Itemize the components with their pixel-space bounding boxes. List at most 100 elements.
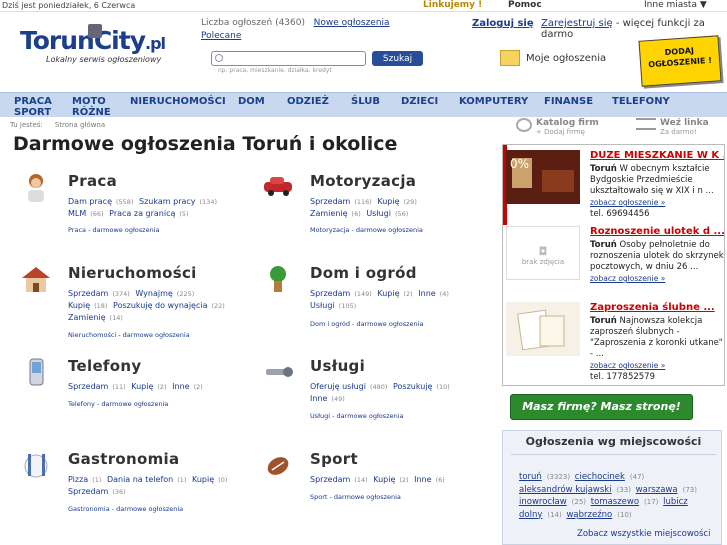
nav-odziez[interactable]: ODZIEŻ bbox=[287, 96, 329, 107]
category-footer-link[interactable]: Gastronomia - darmowe ogłoszenia bbox=[68, 505, 183, 513]
category-title[interactable]: Nieruchomości bbox=[68, 264, 197, 282]
subcategory-link[interactable]: Sprzedam bbox=[310, 289, 350, 298]
featured-ad: ◘ brak zdjęcia Roznoszenie ulotek d ... T… bbox=[504, 226, 724, 296]
nav-rozne[interactable]: RÓŻNE bbox=[72, 107, 111, 118]
nav-moto[interactable]: MOTO bbox=[72, 96, 106, 107]
subcategory-link[interactable]: Zamienię bbox=[68, 313, 106, 322]
subcategory-link[interactable]: Sprzedam bbox=[68, 382, 108, 391]
category-footer-link[interactable]: Usługi - darmowe ogłoszenia bbox=[310, 412, 404, 420]
nav-nieruchomosci[interactable]: NIERUCHOMOŚCI bbox=[130, 96, 226, 107]
subcategory-link[interactable]: Poszukuję do wynajęcia bbox=[113, 301, 207, 310]
my-ads-link[interactable]: Moje ogłoszenia bbox=[500, 50, 606, 66]
nav-dom[interactable]: DOM bbox=[238, 96, 265, 107]
company-website-button[interactable]: Masz firmę? Masz stronę! bbox=[510, 394, 693, 420]
help-link[interactable]: Pomoc bbox=[508, 0, 542, 10]
subcategory-link[interactable]: Kupię bbox=[373, 475, 395, 484]
city-link[interactable]: warszawa bbox=[636, 485, 678, 495]
subcategory-link[interactable]: Inne bbox=[418, 289, 435, 298]
ad-photo[interactable]: 0% bbox=[506, 150, 580, 204]
subcategory-link[interactable]: MLM bbox=[68, 209, 86, 218]
nav-finanse[interactable]: FINANSE bbox=[544, 96, 593, 107]
search-button[interactable]: Szukaj bbox=[372, 51, 423, 66]
city-link[interactable]: inowrocław bbox=[519, 497, 567, 507]
count: (17) bbox=[644, 498, 659, 506]
subcategory-link[interactable]: Dam pracę bbox=[68, 197, 112, 206]
nav-telefony[interactable]: TELEFONY bbox=[612, 96, 670, 107]
city-link[interactable]: toruń bbox=[519, 472, 542, 482]
count: (66) bbox=[90, 210, 104, 218]
add-ad-button[interactable]: DODAJ OGŁOSZENIE ! bbox=[638, 35, 722, 87]
category-title[interactable]: Usługi bbox=[310, 357, 365, 375]
nav-sport[interactable]: SPORT bbox=[14, 107, 51, 118]
subcategory-link[interactable]: Kupię bbox=[68, 301, 90, 310]
subcategory-link[interactable]: Kupię bbox=[131, 382, 153, 391]
category-footer-link[interactable]: Nieruchomości - darmowe ogłoszenia bbox=[68, 331, 190, 339]
current-date: Dziś jest poniedziałek, 6 Czerwca bbox=[2, 1, 136, 10]
ad-more-link[interactable]: zobacz ogłoszenie » bbox=[590, 361, 665, 370]
new-ads-link[interactable]: Nowe ogłoszenia bbox=[314, 18, 390, 28]
category-title[interactable]: Motoryzacja bbox=[310, 172, 416, 190]
subcategory-link[interactable]: Inne bbox=[172, 382, 189, 391]
category-title[interactable]: Praca bbox=[68, 172, 117, 190]
category-footer-link[interactable]: Dom i ogród - darmowe ogłoszenia bbox=[310, 320, 423, 328]
ad-title[interactable]: Roznoszenie ulotek d ... bbox=[590, 226, 724, 237]
subcategory-link[interactable]: Szukam pracy bbox=[139, 197, 195, 206]
ad-more-link[interactable]: zobacz ogłoszenie » bbox=[590, 198, 665, 207]
nav-praca[interactable]: PRACA bbox=[14, 96, 52, 107]
subcategory-link[interactable]: Zamienię bbox=[310, 209, 348, 218]
ad-photo[interactable] bbox=[506, 302, 580, 356]
subcategory-link[interactable]: Wynajmę bbox=[135, 289, 172, 298]
link-exchange-link[interactable]: Weź linka Za darmo! bbox=[636, 118, 709, 136]
no-photo-label: brak zdjęcia bbox=[521, 258, 565, 266]
subcategory-link[interactable]: Sprzedam bbox=[310, 475, 350, 484]
category-footer-link[interactable]: Praca - darmowe ogłoszenia bbox=[68, 226, 160, 234]
other-cities-dropdown[interactable]: Inne miasta ▼ bbox=[644, 0, 707, 10]
subcategory-link[interactable]: Pizza bbox=[68, 475, 88, 484]
count: (14) bbox=[547, 510, 562, 519]
nav-dzieci[interactable]: DZIECI bbox=[401, 96, 438, 107]
company-catalog-link[interactable]: Katalog firm + Dodaj firmę bbox=[516, 118, 599, 136]
ad-title[interactable]: DUŻE MIESZKANIE W K ... bbox=[590, 150, 724, 161]
count: (56) bbox=[394, 210, 409, 218]
subcategory-link[interactable]: Inne bbox=[310, 394, 327, 403]
count: (6) bbox=[351, 210, 361, 218]
city-link[interactable]: aleksandrów kujawski bbox=[519, 485, 612, 495]
ad-title[interactable]: Zaproszenia ślubne ... bbox=[590, 302, 724, 313]
category-title[interactable]: Telefony bbox=[68, 357, 141, 375]
subcategory-link[interactable]: Praca za granicą bbox=[109, 209, 175, 218]
category-footer-link[interactable]: Motoryzacja - darmowe ogłoszenia bbox=[310, 226, 423, 234]
subcategory-link[interactable]: Kupię bbox=[377, 197, 399, 206]
tools-icon bbox=[266, 367, 293, 377]
subcategory-link[interactable]: Usługi bbox=[366, 209, 391, 218]
count: (33) bbox=[616, 485, 631, 494]
city-link[interactable]: tomaszewo bbox=[591, 497, 639, 507]
subcategory-link[interactable]: Inne bbox=[414, 475, 431, 484]
nav-slub[interactable]: ŚLUB bbox=[351, 96, 380, 107]
register-link[interactable]: Zarejestruj się bbox=[541, 18, 613, 29]
subcategory-link[interactable]: Oferuję usługi bbox=[310, 382, 366, 391]
subcategory-link[interactable]: Kupię bbox=[192, 475, 214, 484]
subcategory-link[interactable]: Sprzedam bbox=[68, 289, 108, 298]
subcategory-link[interactable]: Dania na telefon bbox=[107, 475, 173, 484]
nav-komputery[interactable]: KOMPUTERY bbox=[459, 96, 528, 107]
recommended-link[interactable]: Polecane bbox=[201, 31, 241, 41]
subcategory-link[interactable]: Kupię bbox=[377, 289, 399, 298]
subcategory-link[interactable]: Sprzedam bbox=[68, 487, 108, 496]
search-input[interactable] bbox=[211, 51, 366, 66]
city-link[interactable]: wąbrzeźno bbox=[566, 510, 612, 520]
category-title[interactable]: Gastronomia bbox=[68, 450, 179, 468]
subcategory-link[interactable]: Poszukuję bbox=[393, 382, 432, 391]
ad-more-link[interactable]: zobacz ogłoszenie » bbox=[590, 274, 665, 283]
category-footer-link[interactable]: Sport - darmowe ogłoszenia bbox=[310, 493, 401, 501]
city-link[interactable]: ciechocinek bbox=[575, 472, 625, 482]
category-title[interactable]: Dom i ogród bbox=[310, 264, 417, 282]
link-us-link[interactable]: Linkujemy ! bbox=[423, 0, 482, 10]
category-title[interactable]: Sport bbox=[310, 450, 358, 468]
login-link[interactable]: Zaloguj się bbox=[472, 18, 534, 29]
site-logo[interactable]: TorunCity.pl Lokalny serwis ogłoszeniowy bbox=[20, 24, 172, 82]
category-footer-link[interactable]: Telefony - darmowe ogłoszenia bbox=[68, 400, 168, 408]
subcategory-link[interactable]: Sprzedam bbox=[310, 197, 350, 206]
all-cities-link[interactable]: Zobacz wszystkie miejscowości bbox=[577, 529, 710, 539]
subcategory-link[interactable]: Usługi bbox=[310, 301, 335, 310]
count: (14) bbox=[354, 476, 368, 484]
